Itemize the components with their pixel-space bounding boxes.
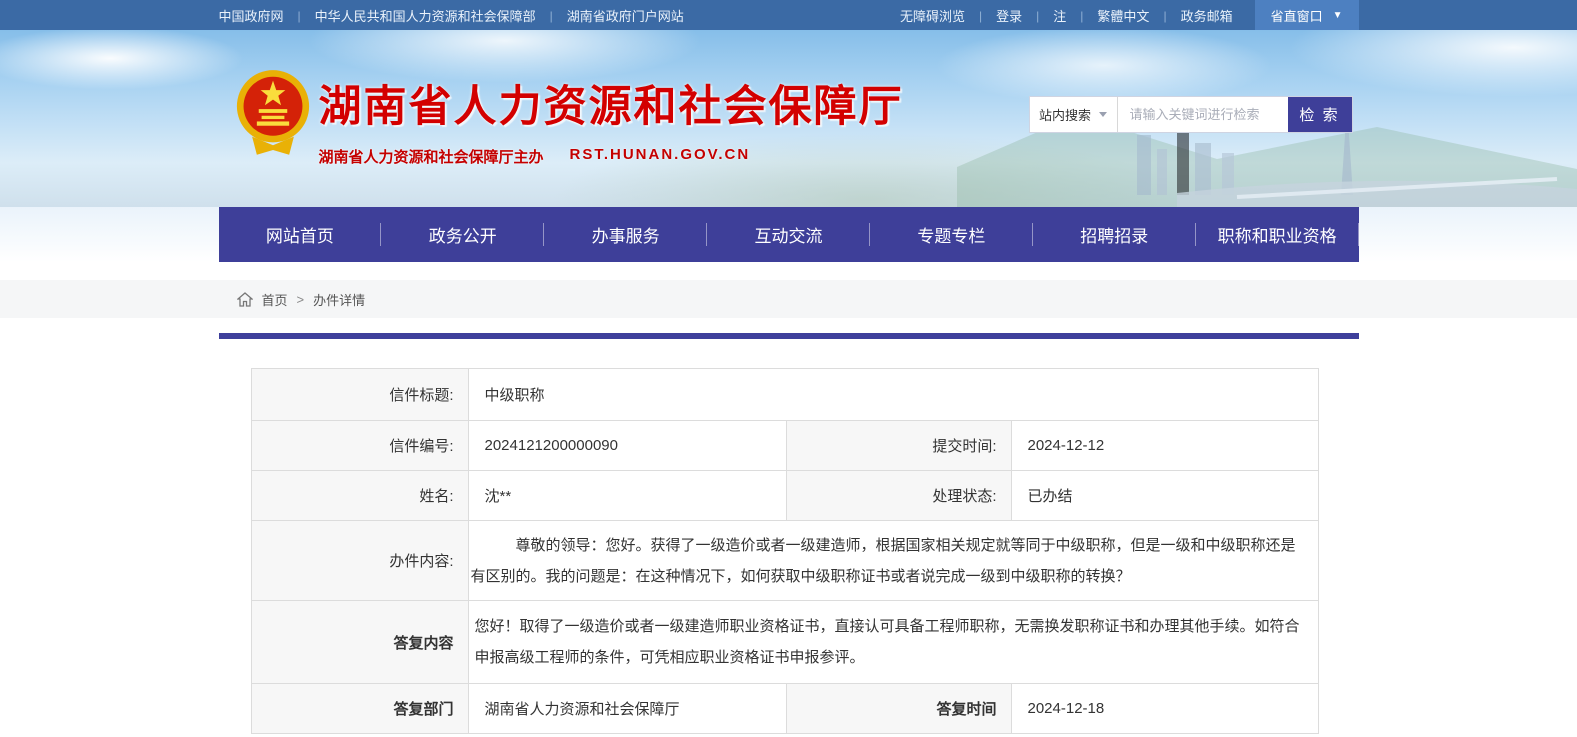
nav-item-professional-titles[interactable]: 职称和职业资格: [1196, 207, 1359, 262]
search-scope-select[interactable]: 站内搜索: [1030, 97, 1118, 132]
national-emblem-logo: [235, 64, 311, 163]
breadcrumb: 首页 > 办件详情: [219, 280, 1359, 318]
home-icon[interactable]: [237, 292, 253, 307]
table-row: 姓名: 沈** 处理状态: 已办结: [251, 471, 1318, 521]
letter-detail-table: 信件标题: 中级职称 信件编号: 2024121200000090 提交时间: …: [251, 368, 1319, 734]
site-search: 站内搜索 检 索: [1029, 96, 1353, 133]
nav-item-home[interactable]: 网站首页: [219, 207, 382, 262]
reply-content-value: 您好！取得了一级造价或者一级建造师职业资格证书，直接认可具备工程师职称，无需换发…: [468, 601, 1318, 684]
topbar-right-links: 无障碍浏览 登录 注 繁體中文 政务邮箱 省直窗口 ▼: [900, 0, 1359, 30]
reply-dept-label: 答复部门: [251, 684, 468, 734]
spacer: [0, 262, 1577, 280]
topbar: 中国政府网 中华人民共和国人力资源和社会保障部 湖南省政府门户网站 无障碍浏览 …: [0, 0, 1577, 30]
province-window-button[interactable]: 省直窗口 ▼: [1255, 0, 1359, 30]
divider: [536, 8, 567, 23]
chevron-down-icon: ▼: [1333, 10, 1343, 21]
content-label: 办件内容:: [251, 521, 468, 601]
detail-content: 信件标题: 中级职称 信件编号: 2024121200000090 提交时间: …: [219, 339, 1359, 734]
table-row: 答复内容 您好！取得了一级造价或者一级建造师职业资格证书，直接认可具备工程师职称…: [251, 601, 1318, 684]
topbar-left-links: 中国政府网 中华人民共和国人力资源和社会保障部 湖南省政府门户网站: [219, 6, 684, 25]
breadcrumb-home-link[interactable]: 首页: [262, 290, 288, 309]
link-gov-mail[interactable]: 政务邮箱: [1181, 6, 1233, 25]
site-title: 湖南省人力资源和社会保障厅: [319, 72, 904, 134]
divider: [1149, 8, 1180, 23]
letter-title-label: 信件标题:: [251, 369, 468, 421]
table-row: 答复部门 湖南省人力资源和社会保障厅 答复时间 2024-12-18: [251, 684, 1318, 734]
spacer: [0, 318, 1577, 333]
status-value: 已办结: [1011, 471, 1318, 521]
divider: [284, 8, 315, 23]
letter-number-label: 信件编号:: [251, 421, 468, 471]
site-brand: 湖南省人力资源和社会保障厅 湖南省人力资源和社会保障厅主办 RST.HUNAN.…: [319, 72, 904, 167]
chevron-down-icon: [1099, 112, 1107, 117]
link-register[interactable]: 注: [1053, 6, 1066, 25]
name-value: 沈**: [468, 471, 786, 521]
link-accessibility[interactable]: 无障碍浏览: [900, 6, 965, 25]
reply-content-label: 答复内容: [251, 601, 468, 684]
nav-item-services[interactable]: 办事服务: [544, 207, 707, 262]
reply-dept-value: 湖南省人力资源和社会保障厅: [468, 684, 786, 734]
nav-item-special-topics[interactable]: 专题专栏: [870, 207, 1033, 262]
search-button[interactable]: 检 索: [1288, 97, 1352, 132]
site-header-banner: 湖南省人力资源和社会保障厅 湖南省人力资源和社会保障厅主办 RST.HUNAN.…: [0, 30, 1577, 207]
reply-time-value: 2024-12-18: [1011, 684, 1318, 734]
divider: [1022, 8, 1053, 23]
status-label: 处理状态:: [786, 471, 1011, 521]
table-row: 信件编号: 2024121200000090 提交时间: 2024-12-12: [251, 421, 1318, 471]
breadcrumb-current: 办件详情: [313, 290, 365, 309]
search-scope-label: 站内搜索: [1039, 105, 1091, 124]
site-url: RST.HUNAN.GOV.CN: [570, 146, 751, 167]
divider: [965, 8, 996, 23]
submit-time-label: 提交时间:: [786, 421, 1011, 471]
letter-title-value: 中级职称: [468, 369, 1318, 421]
breadcrumb-separator: >: [297, 292, 305, 307]
site-subtitle: 湖南省人力资源和社会保障厅主办: [319, 146, 544, 167]
divider: [1066, 8, 1097, 23]
province-window-label: 省直窗口: [1271, 6, 1323, 25]
nav-item-interaction[interactable]: 互动交流: [707, 207, 870, 262]
link-hunan-gov[interactable]: 湖南省政府门户网站: [567, 6, 684, 25]
letter-number-value: 2024121200000090: [468, 421, 786, 471]
content-value: 尊敬的领导：您好。获得了一级造价或者一级建造师，根据国家相关规定就等同于中级职称…: [468, 521, 1318, 601]
reply-time-label: 答复时间: [786, 684, 1011, 734]
link-login[interactable]: 登录: [996, 6, 1022, 25]
table-row: 办件内容: 尊敬的领导：您好。获得了一级造价或者一级建造师，根据国家相关规定就等…: [251, 521, 1318, 601]
table-row: 信件标题: 中级职称: [251, 369, 1318, 421]
link-china-gov[interactable]: 中国政府网: [219, 6, 284, 25]
name-label: 姓名:: [251, 471, 468, 521]
breadcrumb-bar: 首页 > 办件详情: [0, 280, 1577, 318]
nav-item-gov-affairs[interactable]: 政务公开: [381, 207, 544, 262]
link-traditional-chinese[interactable]: 繁體中文: [1097, 6, 1149, 25]
submit-time-value: 2024-12-12: [1011, 421, 1318, 471]
search-input[interactable]: [1118, 97, 1288, 132]
nav-item-recruitment[interactable]: 招聘招录: [1033, 207, 1196, 262]
main-nav: 网站首页 政务公开 办事服务 互动交流 专题专栏 招聘招录 职称和职业资格: [219, 207, 1359, 262]
link-mohrss[interactable]: 中华人民共和国人力资源和社会保障部: [315, 6, 536, 25]
nav-section: 网站首页 政务公开 办事服务 互动交流 专题专栏 招聘招录 职称和职业资格: [0, 207, 1577, 262]
